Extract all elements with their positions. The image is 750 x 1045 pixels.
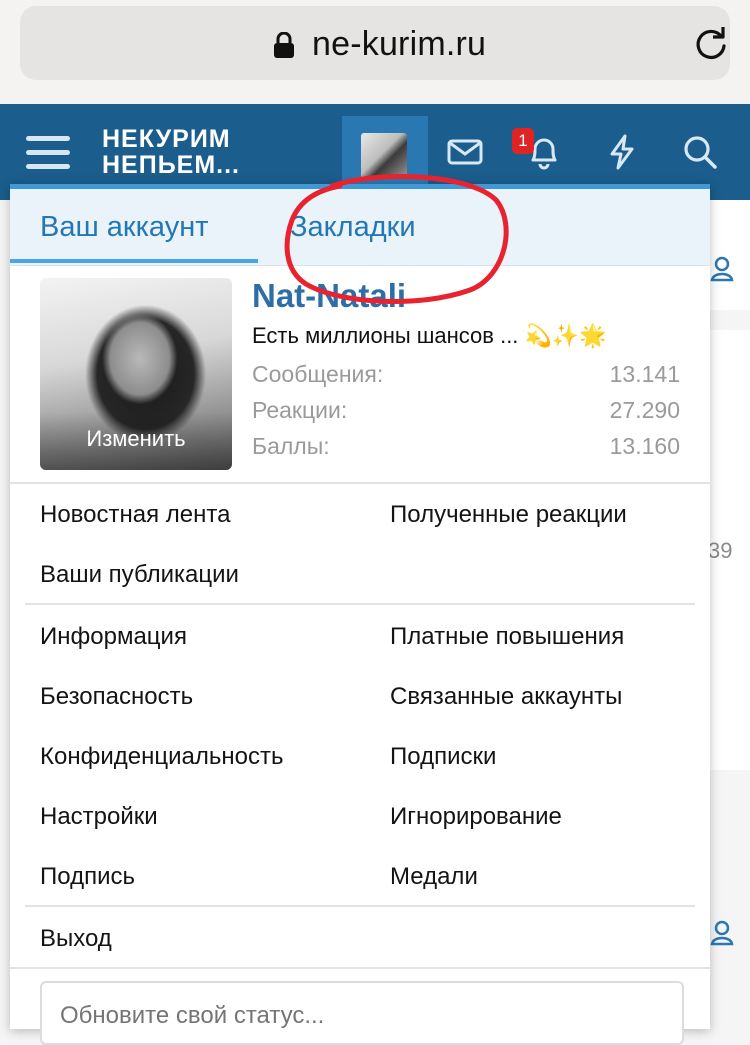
notification-badge: 1 — [512, 128, 534, 154]
reload-icon[interactable] — [693, 26, 729, 62]
logo-line-2: НЕПЬЕМ... — [102, 151, 241, 179]
user-status: Есть миллионы шансов ... 💫✨🌟 — [252, 323, 607, 348]
status-update-input[interactable] — [58, 1001, 662, 1031]
lock-icon — [274, 32, 294, 58]
change-photo-label[interactable]: Изменить — [40, 426, 232, 452]
menu-ignoring[interactable]: Игнорирование — [390, 803, 562, 831]
user-icon — [710, 256, 734, 282]
divider — [25, 603, 695, 605]
menu-logout[interactable]: Выход — [40, 925, 112, 953]
profile-photo[interactable]: Изменить — [40, 278, 232, 470]
menu-account-details[interactable]: Информация — [40, 623, 187, 651]
divider — [25, 905, 695, 907]
active-tab-indicator — [10, 259, 258, 263]
menu-connected-accounts[interactable]: Связанные аккаунты — [390, 683, 622, 711]
tab-bookmarks[interactable]: Закладки — [290, 211, 416, 244]
menu-privacy[interactable]: Конфиденциальность — [40, 743, 283, 771]
stat-value-reactions: 27.290 — [609, 397, 680, 423]
search-icon[interactable] — [680, 132, 720, 172]
menu-signature[interactable]: Подпись — [40, 863, 135, 891]
divider — [10, 967, 710, 969]
browser-address-bar: ne-kurim.ru — [0, 0, 750, 104]
background-count: 39 — [708, 538, 733, 563]
stat-value-points: 13.160 — [609, 433, 680, 459]
stat-label-reactions: Реакции: — [252, 397, 348, 423]
menu-following[interactable]: Подписки — [390, 743, 496, 771]
stat-label-points: Баллы: — [252, 433, 330, 459]
menu-preferences[interactable]: Настройки — [40, 803, 158, 831]
menu-security[interactable]: Безопасность — [40, 683, 193, 711]
menu-medals[interactable]: Медали — [390, 863, 478, 891]
site-logo[interactable]: НЕКУРИМ НЕПЬЕМ... — [102, 126, 240, 178]
user-icon — [710, 920, 734, 946]
stat-label-messages: Сообщения: — [252, 361, 384, 387]
menu-your-content[interactable]: Ваши публикации — [40, 561, 239, 589]
avatar — [361, 133, 407, 179]
url-text: ne-kurim.ru — [312, 25, 487, 63]
hamburger-icon[interactable] — [26, 136, 70, 172]
username-link[interactable]: Nat-Natali — [252, 277, 406, 315]
divider — [10, 482, 710, 484]
menu-reactions-received[interactable]: Полученные реакции — [390, 501, 627, 529]
logo-line-1: НЕКУРИМ — [102, 125, 231, 153]
menu-news-feed[interactable]: Новостная лента — [40, 501, 230, 529]
account-tabs: Ваш аккаунт Закладки — [10, 189, 710, 266]
menu-paid-upgrades[interactable]: Платные повышения — [390, 623, 624, 651]
envelope-icon[interactable] — [445, 132, 485, 172]
account-menu-popup: Ваш аккаунт Закладки Изменить Nat-Natali… — [10, 184, 710, 1045]
stat-value-messages: 13.141 — [609, 361, 680, 387]
status-update-box[interactable] — [40, 981, 684, 1045]
lightning-icon[interactable] — [602, 132, 642, 172]
background-panel — [710, 200, 750, 310]
url-field[interactable]: ne-kurim.ru — [20, 6, 730, 80]
tab-your-account[interactable]: Ваш аккаунт — [40, 211, 209, 244]
